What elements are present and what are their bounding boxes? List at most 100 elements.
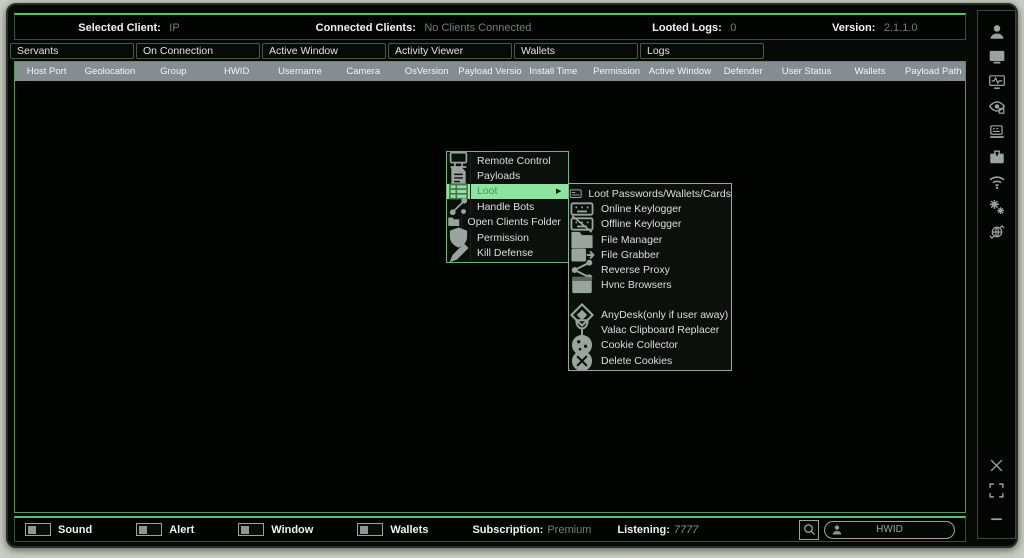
tab[interactable]: Wallets <box>514 43 638 59</box>
looted-logs-status: Looted Logs: 0 <box>604 18 785 36</box>
selected-client-status: Selected Client: IP <box>15 18 243 36</box>
checkbox-group: Window <box>238 523 313 536</box>
column-header[interactable]: Geolocation <box>78 66 141 77</box>
selected-client-label: Selected Client: <box>78 22 161 34</box>
window-controls <box>984 453 1010 538</box>
close-icon <box>988 457 1005 474</box>
hvnc-browsers-icon <box>569 272 595 298</box>
column-header[interactable]: HWID <box>205 66 268 77</box>
connected-clients-label: Connected Clients: <box>316 22 416 34</box>
subscription-label: Subscription: <box>472 524 543 536</box>
globe-sync-icon <box>988 223 1006 241</box>
column-header[interactable]: Permission <box>585 66 648 77</box>
minimize-icon <box>988 507 1005 524</box>
clients-table-body[interactable] <box>15 81 965 512</box>
submenu-item-label: File Manager <box>595 234 731 246</box>
context-menu-item-label: Open Clients Folder <box>462 216 561 228</box>
connected-clients-status: Connected Clients: No Clients Connected <box>243 18 604 36</box>
checkbox-label: Alert <box>169 524 194 536</box>
column-header[interactable]: OsVersion <box>395 66 458 77</box>
tab[interactable]: Activity Viewer <box>388 43 512 59</box>
submenu-item-label: Delete Cookies <box>595 355 731 367</box>
context-menu-item[interactable]: Handle Bots ▶ <box>447 199 568 214</box>
checkbox[interactable] <box>25 523 51 536</box>
version-value: 2.1.1.0 <box>884 22 918 34</box>
checkbox-label: Sound <box>58 524 92 536</box>
context-menu-item-label: Remote Control <box>471 155 556 167</box>
submenu-item-label: File Grabber <box>595 249 731 261</box>
wifi-icon <box>988 173 1006 191</box>
tab[interactable]: Active Window <box>262 43 386 59</box>
version-status: Version: 2.1.1.0 <box>785 18 966 36</box>
window-control-button[interactable] <box>984 503 1010 528</box>
column-header[interactable]: Active Window <box>648 66 711 77</box>
sidebar-button[interactable] <box>984 219 1010 244</box>
listening-label: Listening: <box>617 524 670 536</box>
bottom-status-bar: Sound Alert Window Wallets Subs <box>14 516 966 542</box>
connected-clients-value: No Clients Connected <box>424 22 531 34</box>
version-label: Version: <box>832 22 875 34</box>
submenu-item-label: Loot Passwords/Wallets/Cards <box>582 188 731 200</box>
sidebar-button[interactable] <box>984 69 1010 94</box>
submenu-item-label: Offline Keylogger <box>595 218 731 230</box>
sidebar-button[interactable] <box>984 144 1010 169</box>
column-header[interactable]: Install Time <box>522 66 585 77</box>
tab[interactable]: Logs <box>640 43 764 59</box>
context-menu-item-label: Payloads <box>471 170 556 182</box>
hwid-search-field <box>824 521 955 539</box>
column-header[interactable]: Group <box>142 66 205 77</box>
context-menu: Remote Control ▶ Payloads ▶ Loot ▶ <box>446 151 569 263</box>
kill-defense-icon <box>447 242 470 265</box>
submenu-item-label: Hvnc Browsers <box>595 279 731 291</box>
column-header[interactable]: User Status <box>775 66 838 77</box>
window-control-button[interactable] <box>984 453 1010 478</box>
checkbox-group: Alert <box>136 523 194 536</box>
sidebar-button[interactable] <box>984 19 1010 44</box>
keylogger-icon <box>988 123 1006 141</box>
settings-gears-icon <box>988 198 1006 216</box>
checkbox[interactable] <box>136 523 162 536</box>
context-menu-item-label: Handle Bots <box>471 201 556 213</box>
checkbox[interactable] <box>357 523 383 536</box>
window-control-button[interactable] <box>984 478 1010 503</box>
sidebar-button[interactable] <box>984 94 1010 119</box>
looted-logs-value: 0 <box>730 22 736 34</box>
column-header[interactable]: Camera <box>332 66 395 77</box>
submenu-item[interactable]: Hvnc Browsers <box>569 278 731 293</box>
listening-status: Listening: 7777 <box>617 524 698 536</box>
checkbox[interactable] <box>238 523 264 536</box>
column-header[interactable]: Host Port <box>15 66 78 77</box>
sidebar-button[interactable] <box>984 119 1010 144</box>
search-icon <box>803 523 816 536</box>
briefcase-icon <box>988 148 1006 166</box>
sidebar-button[interactable] <box>984 194 1010 219</box>
activity-monitor-icon <box>988 73 1006 91</box>
tab[interactable]: On Connection <box>136 43 260 59</box>
sidebar-button[interactable] <box>984 169 1010 194</box>
context-menu-item-label: Permission <box>471 232 556 244</box>
tab-bar: Servants On Connection Active Window Act… <box>10 43 764 60</box>
submenu-item[interactable]: Delete Cookies <box>569 353 731 368</box>
fullscreen-icon <box>988 482 1005 499</box>
loot-submenu: Loot Passwords/Wallets/Cards Online Keyl… <box>568 183 732 371</box>
submenu-item-label: Valac Clipboard Replacer <box>595 324 731 336</box>
column-header[interactable]: Payload Path <box>902 66 965 77</box>
search-button[interactable] <box>799 520 819 540</box>
clients-table: Host Port Geolocation Group HWID Usernam… <box>14 61 966 513</box>
column-header[interactable]: Defender <box>712 66 775 77</box>
app-window: Selected Client: IP Connected Clients: N… <box>6 3 1018 548</box>
context-menu-item[interactable]: Kill Defense ▶ <box>447 245 568 260</box>
submenu-item-label: Online Keylogger <box>595 203 731 215</box>
right-sidebar <box>977 10 1016 539</box>
sidebar-button[interactable] <box>984 44 1010 69</box>
context-menu-item-label: Loot <box>471 185 556 197</box>
column-header[interactable]: Wallets <box>838 66 901 77</box>
user-icon <box>988 23 1006 41</box>
delete-cookies-icon <box>569 348 595 374</box>
user-icon <box>831 524 843 536</box>
tab[interactable]: Servants <box>10 43 134 59</box>
subscription-status: Subscription: Premium <box>472 524 591 536</box>
column-header[interactable]: Payload Version <box>458 66 521 77</box>
column-header[interactable]: Username <box>268 66 331 77</box>
hwid-search-input[interactable] <box>825 522 954 538</box>
